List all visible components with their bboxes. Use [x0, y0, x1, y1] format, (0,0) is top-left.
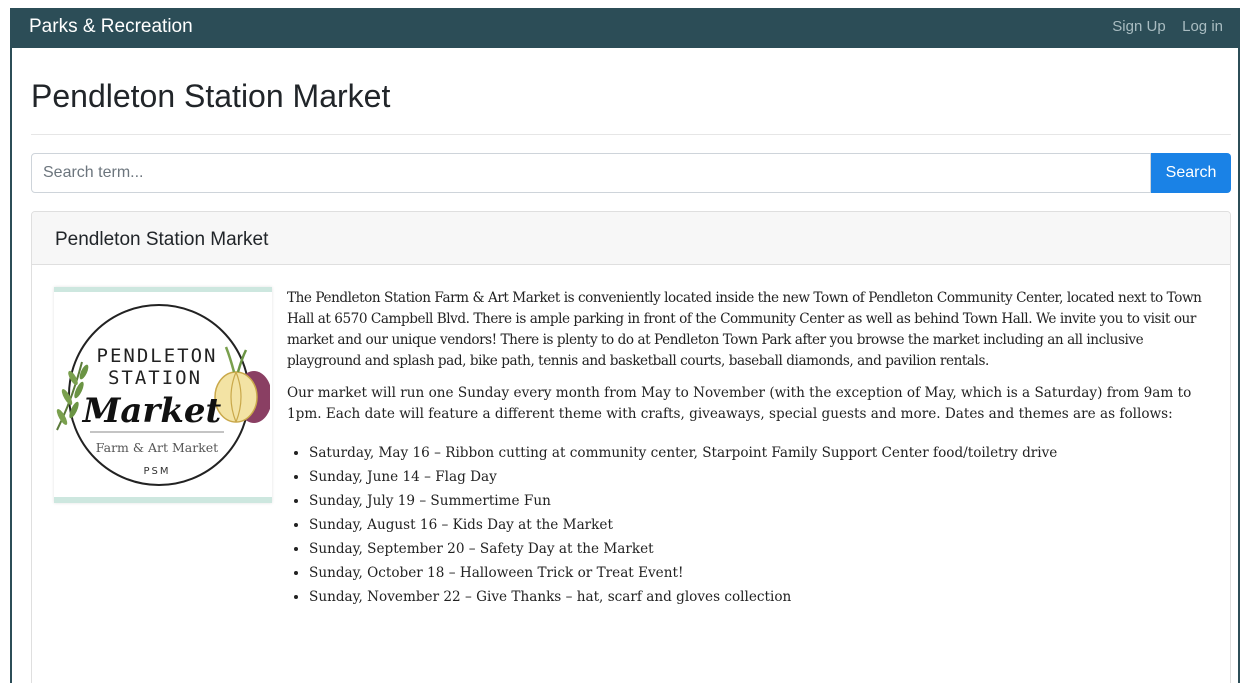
market-card: Pendleton Station Market PENDLETON STATI…	[31, 211, 1231, 683]
card-header: Pendleton Station Market	[32, 212, 1230, 265]
navbar: Parks & Recreation Sign Up Log in	[10, 8, 1240, 48]
app-frame: Parks & Recreation Sign Up Log in Pendle…	[10, 8, 1240, 683]
event-item: Sunday, October 18 – Halloween Trick or …	[309, 563, 1217, 584]
description-paragraph: The Pendleton Station Farm & Art Market …	[287, 290, 1202, 369]
event-item: Sunday, September 20 – Safety Day at the…	[309, 539, 1217, 560]
market-description: The Pendleton Station Farm & Art Market …	[287, 288, 1217, 611]
sign-up-link[interactable]: Sign Up	[1112, 18, 1165, 35]
brand-link[interactable]: Parks & Recreation	[29, 16, 193, 38]
page-title: Pendleton Station Market	[31, 78, 391, 114]
market-logo-image: PENDLETON STATION Market Farm & Art Mark…	[54, 287, 272, 503]
log-in-link[interactable]: Log in	[1182, 18, 1223, 35]
event-item: Sunday, November 22 – Give Thanks – hat,…	[309, 587, 1217, 608]
navbar-links: Sign Up Log in	[1100, 18, 1223, 36]
search-bar: Search	[31, 153, 1231, 193]
event-list: Saturday, May 16 – Ribbon cutting at com…	[287, 443, 1217, 608]
logo-text-line2: STATION	[108, 367, 202, 389]
event-item: Sunday, June 14 – Flag Day	[309, 467, 1217, 488]
logo-text-line4: Farm & Art Market	[96, 440, 218, 455]
event-item: Sunday, July 19 – Summertime Fun	[309, 491, 1217, 512]
market-logo: PENDLETON STATION Market Farm & Art Mark…	[56, 304, 270, 486]
onion-icon	[214, 346, 270, 423]
event-item: Sunday, August 16 – Kids Day at the Mark…	[309, 515, 1217, 536]
search-input[interactable]	[31, 153, 1151, 193]
main-content: Pendleton Station Market Search Pendleto…	[12, 48, 1238, 683]
title-divider	[31, 134, 1231, 135]
description-paragraph: Our market will run one Sunday every mon…	[287, 385, 1192, 422]
logo-text-line1: PENDLETON	[97, 345, 218, 367]
event-item: Saturday, May 16 – Ribbon cutting at com…	[309, 443, 1217, 464]
logo-text-line5: PSM	[143, 466, 170, 477]
logo-text-line3: Market	[82, 391, 222, 431]
card-title: Pendleton Station Market	[55, 229, 269, 250]
search-button[interactable]: Search	[1151, 153, 1231, 193]
